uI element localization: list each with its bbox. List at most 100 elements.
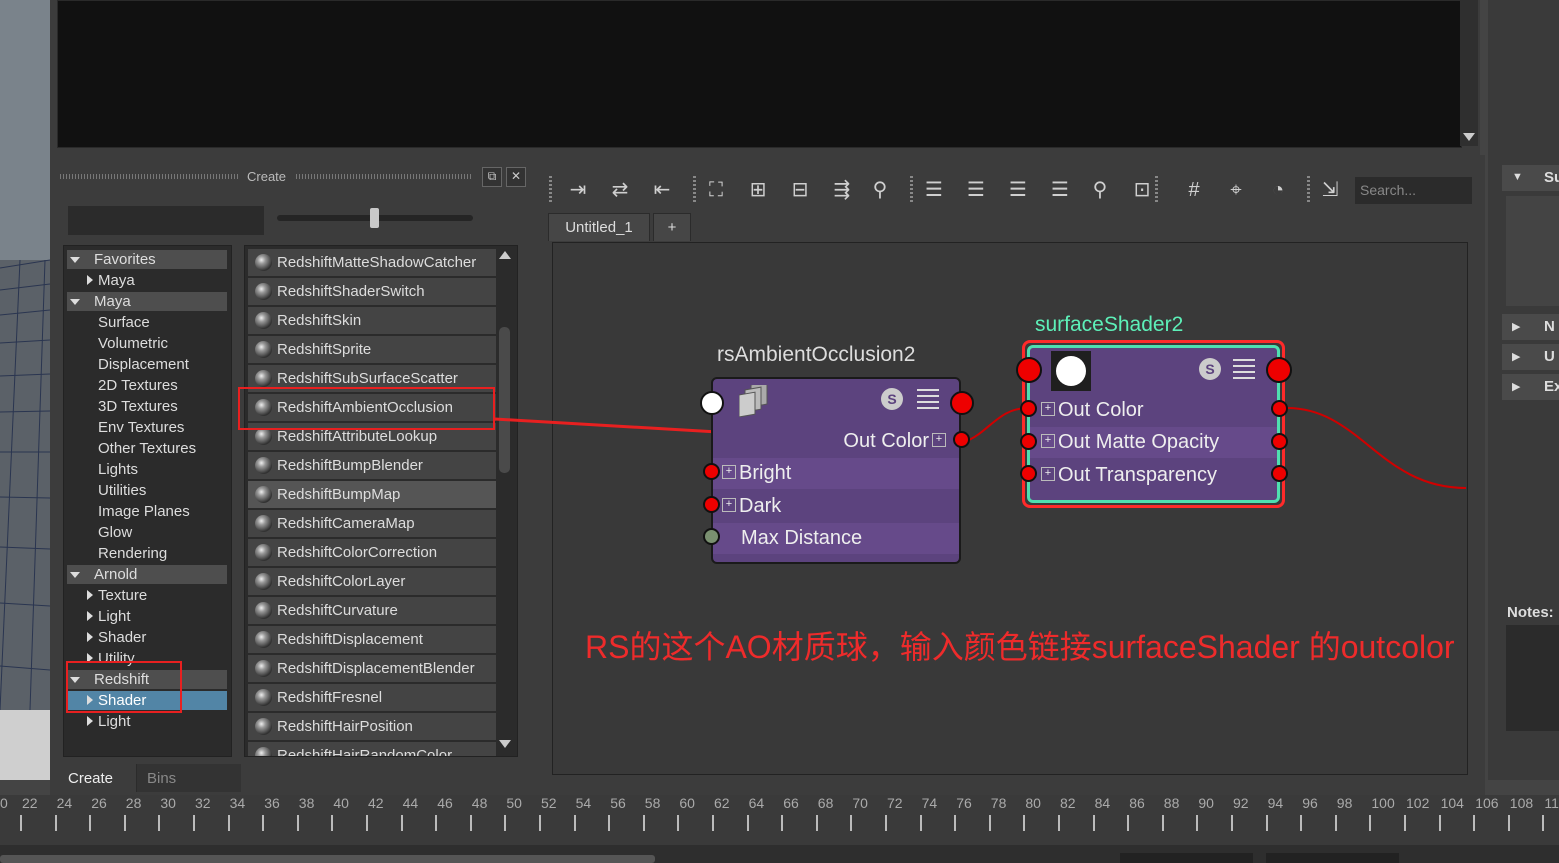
frame-tick <box>885 815 887 831</box>
frame-label: 100 <box>1371 795 1395 811</box>
bright-attr[interactable]: + Bright <box>713 458 959 489</box>
annotation-text: RS的这个AO材质球，输入颜色链接surfaceShader 的outcolor <box>585 629 1455 665</box>
attribute-menu-icon[interactable] <box>1233 359 1255 379</box>
frame-label: 40 <box>333 795 349 811</box>
out-color-attr[interactable]: Out Color + <box>713 426 959 457</box>
surface-shader-node[interactable]: S + Out Color + Out Matte Opacity + Out Tra… <box>1027 345 1280 503</box>
attr-label: Bright <box>739 462 792 484</box>
range-bar[interactable] <box>0 855 655 863</box>
frame-label: 0 <box>0 795 8 811</box>
texture-node-icon <box>738 381 771 418</box>
frame-tick <box>504 815 506 831</box>
dark-attr[interactable]: + Dark <box>713 491 959 522</box>
node-title[interactable]: rsAmbientOcclusion2 <box>717 343 915 367</box>
out-color-attr[interactable]: + Out Color <box>1030 395 1277 426</box>
out-matte-opacity-in-port[interactable] <box>1020 433 1037 450</box>
frame-tick <box>539 815 541 831</box>
out-color-port[interactable] <box>953 431 970 448</box>
expand-icon[interactable]: + <box>1041 466 1055 481</box>
frame-tick <box>401 815 403 831</box>
attr-label: Max Distance <box>741 527 863 549</box>
expand-icon[interactable]: + <box>1041 433 1055 448</box>
bright-port[interactable] <box>703 463 720 480</box>
attribute-menu-icon[interactable] <box>917 389 939 409</box>
range-field[interactable] <box>1266 853 1399 863</box>
frame-label: 32 <box>195 795 211 811</box>
output-port[interactable] <box>1266 357 1292 383</box>
frame-label: 48 <box>471 795 488 811</box>
out-transparency-out-port[interactable] <box>1271 465 1288 482</box>
attr-label: Dark <box>739 495 782 517</box>
attr-label: Out Matte Opacity <box>1058 431 1220 453</box>
frame-label: 36 <box>264 795 280 811</box>
frame-label: 80 <box>1025 795 1041 811</box>
frame-tick <box>850 815 852 831</box>
frame-tick <box>677 815 679 831</box>
connection-wire <box>1286 407 1467 489</box>
out-transparency-attr[interactable]: + Out Transparency <box>1030 460 1277 491</box>
output-port[interactable] <box>950 391 974 415</box>
frame-tick <box>435 815 437 831</box>
swatch-s-icon[interactable]: S <box>1199 358 1221 380</box>
attr-label: Out Color <box>1058 399 1144 421</box>
frame-label: 60 <box>679 795 695 811</box>
frame-tick <box>1093 815 1095 831</box>
frame-tick <box>954 815 956 831</box>
frame-tick <box>1162 815 1164 831</box>
out-color-in-port[interactable] <box>1020 400 1037 417</box>
frame-label: 44 <box>402 795 419 811</box>
ambient-occlusion-node[interactable]: S Out Color + + Bright + Dark Max Distance <box>711 377 961 564</box>
node-title[interactable]: surfaceShader2 <box>1035 313 1183 337</box>
frame-label: 64 <box>748 795 765 811</box>
out-color-out-port[interactable] <box>1271 400 1288 417</box>
frame-label: 78 <box>990 795 1007 811</box>
frame-tick <box>747 815 749 831</box>
frame-tick <box>297 815 299 831</box>
input-port[interactable] <box>700 391 724 415</box>
max-distance-attr[interactable]: Max Distance <box>713 523 959 554</box>
input-port[interactable] <box>1016 357 1042 383</box>
frame-label: 68 <box>817 795 834 811</box>
frame-tick <box>470 815 472 831</box>
expand-icon[interactable]: + <box>722 497 736 512</box>
frame-label: 26 <box>91 795 107 811</box>
frame-label: 24 <box>56 795 73 811</box>
frame-label: 72 <box>887 795 903 811</box>
attr-label: Out Transparency <box>1058 464 1217 486</box>
out-matte-opacity-attr[interactable]: + Out Matte Opacity <box>1030 427 1277 458</box>
frame-tick <box>1231 815 1233 831</box>
expand-icon[interactable]: + <box>1041 401 1055 416</box>
frame-tick <box>574 815 576 831</box>
sphere-icon <box>1056 356 1086 386</box>
dark-port[interactable] <box>703 496 720 513</box>
frame-tick <box>228 815 230 831</box>
swatch-s-icon[interactable]: S <box>881 388 903 410</box>
range-field[interactable] <box>1120 853 1253 863</box>
frame-label: 46 <box>437 795 453 811</box>
frame-tick <box>193 815 195 831</box>
frame-tick <box>331 815 333 831</box>
out-matte-opacity-out-port[interactable] <box>1271 433 1288 450</box>
frame-tick <box>1266 815 1268 831</box>
frame-tick <box>1127 815 1129 831</box>
out-transparency-in-port[interactable] <box>1020 465 1037 482</box>
expand-icon[interactable]: + <box>932 432 946 447</box>
frame-tick <box>920 815 922 831</box>
frame-tick <box>989 815 991 831</box>
frame-label: 86 <box>1129 795 1145 811</box>
range-slider[interactable] <box>0 845 1559 863</box>
frame-label: 102 <box>1406 795 1430 811</box>
frame-tick <box>1473 815 1475 831</box>
frame-label: 70 <box>852 795 868 811</box>
frame-tick <box>89 815 91 831</box>
frame-tick <box>55 815 57 831</box>
max-distance-port[interactable] <box>703 528 720 545</box>
frame-tick <box>608 815 610 831</box>
highlight-box <box>66 661 182 713</box>
frame-tick <box>781 815 783 831</box>
frame-label: 108 <box>1509 795 1534 811</box>
swatch-preview <box>1051 351 1091 391</box>
frame-label: 54 <box>575 795 592 811</box>
highlight-box <box>238 387 495 430</box>
expand-icon[interactable]: + <box>722 464 736 479</box>
